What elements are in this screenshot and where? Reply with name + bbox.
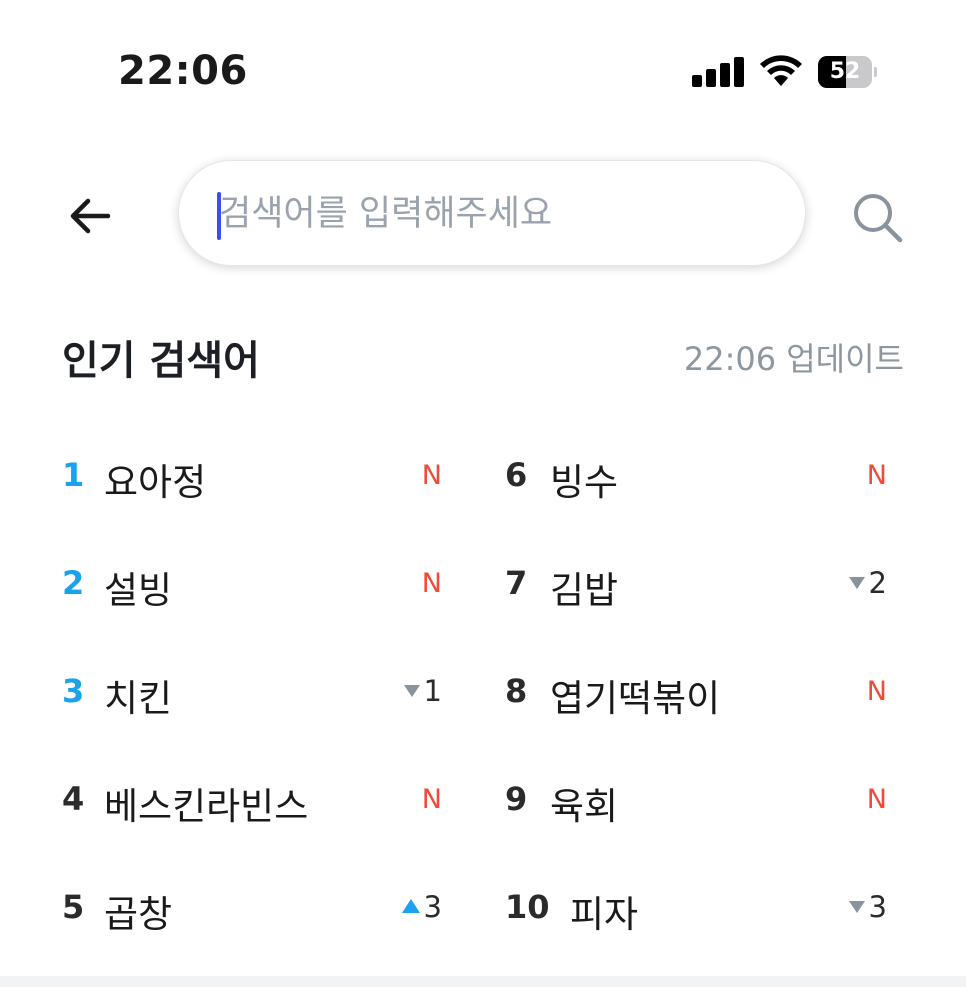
search-input[interactable] (219, 189, 779, 239)
rank-number: 6 (505, 456, 528, 494)
triangle-down-icon (848, 577, 865, 589)
rank-keyword: 곱창 (104, 893, 173, 936)
rank-keyword: 엽기떡볶이 (550, 677, 721, 720)
rank-number: 1 (62, 456, 85, 494)
arrow-left-icon (70, 198, 111, 234)
rank-keyword: 육회 (550, 785, 619, 828)
list-item[interactable]: 7 김밥 2 (483, 528, 966, 636)
rank-change-value: 2 (868, 566, 887, 600)
search-box[interactable] (178, 160, 806, 266)
rank-keyword: 설빙 (104, 569, 173, 612)
list-item[interactable]: 10 피자 3 (483, 852, 966, 960)
status-bar: 22:06 52 (0, 0, 966, 130)
rank-change-value: 3 (423, 890, 442, 924)
rank-number: 2 (62, 564, 85, 602)
triangle-down-icon (403, 685, 420, 697)
rank-number: 5 (62, 888, 85, 926)
list-item[interactable]: 6 빙수 N (483, 420, 966, 528)
rank-keyword: 요아정 (104, 461, 207, 504)
battery-level: 52 (829, 59, 861, 84)
new-badge: N (421, 784, 442, 815)
new-badge: N (866, 460, 887, 491)
back-button[interactable] (62, 188, 118, 244)
signal-icon (692, 57, 744, 87)
rank-number: 7 (505, 564, 528, 602)
new-badge: N (421, 460, 442, 491)
triangle-down-icon (848, 901, 865, 913)
rank-number: 3 (62, 672, 85, 710)
rank-number: 10 (505, 888, 550, 926)
wifi-icon (758, 54, 804, 88)
list-item[interactable]: 4 베스킨라빈스 N (0, 744, 483, 852)
rank-number: 4 (62, 780, 85, 818)
list-item[interactable]: 2 설빙 N (0, 528, 483, 636)
rank-down-indicator: 1 (403, 674, 442, 708)
new-badge: N (421, 568, 442, 599)
status-time: 22:06 (118, 48, 248, 94)
divider (0, 976, 966, 987)
list-item[interactable]: 3 치킨 1 (0, 636, 483, 744)
search-icon (854, 194, 903, 243)
triangle-up-icon (401, 899, 420, 913)
rank-number: 8 (505, 672, 528, 710)
search-button[interactable] (848, 188, 908, 248)
list-item[interactable]: 8 엽기떡볶이 N (483, 636, 966, 744)
rank-down-indicator: 3 (848, 890, 887, 924)
rank-change-value: 3 (868, 890, 887, 924)
list-item[interactable]: 9 육회 N (483, 744, 966, 852)
rank-number: 9 (505, 780, 528, 818)
battery-icon: 52 (818, 56, 877, 88)
popular-searches-title: 인기 검색어 (62, 338, 260, 384)
rank-down-indicator: 2 (848, 566, 887, 600)
rank-keyword: 피자 (570, 893, 639, 936)
rank-up-indicator: 3 (401, 890, 442, 924)
rank-change-value: 1 (423, 674, 442, 708)
new-badge: N (866, 676, 887, 707)
rank-keyword: 치킨 (104, 677, 173, 720)
update-time: 22:06 업데이트 (683, 340, 904, 378)
new-badge: N (866, 784, 887, 815)
rank-keyword: 빙수 (550, 461, 619, 504)
rank-keyword: 베스킨라빈스 (104, 785, 309, 828)
rank-keyword: 김밥 (550, 569, 619, 612)
list-item[interactable]: 5 곱창 3 (0, 852, 483, 960)
list-item[interactable]: 1 요아정 N (0, 420, 483, 528)
